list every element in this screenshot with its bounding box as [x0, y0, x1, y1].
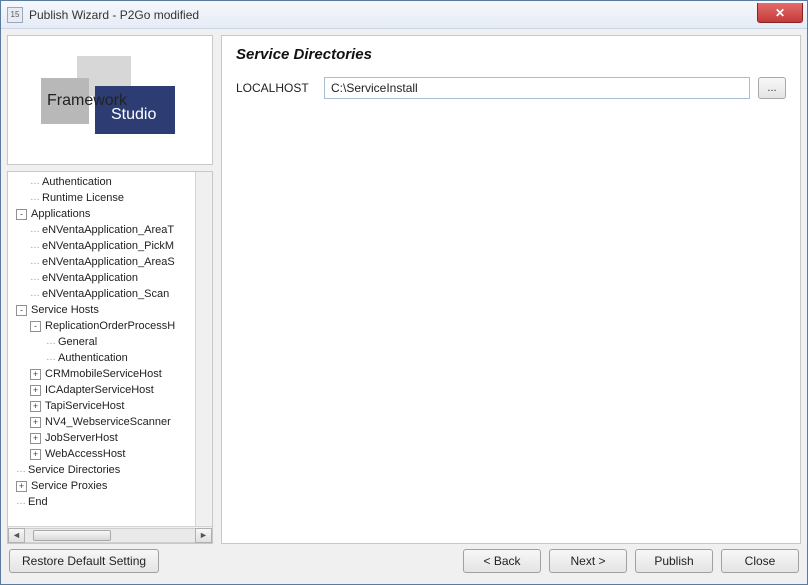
tree-scroll-area[interactable]: …Authentication…Runtime License-Applicat…	[8, 172, 212, 526]
close-window-button[interactable]: ✕	[757, 3, 803, 23]
titlebar: 15 Publish Wizard - P2Go modified ✕	[1, 1, 807, 29]
tree-item-label: Authentication	[42, 174, 112, 190]
restore-default-button[interactable]: Restore Default Setting	[9, 549, 159, 573]
vertical-scrollbar[interactable]	[195, 172, 212, 526]
left-column: Framework Studio …Authentication…Runtime…	[7, 35, 213, 544]
framework-studio-logo: Framework Studio	[35, 56, 185, 144]
tree-item-label: eNVentaApplication_AreaS	[42, 254, 175, 270]
publish-button[interactable]: Publish	[635, 549, 713, 573]
scroll-track[interactable]	[25, 528, 195, 543]
expand-icon[interactable]: +	[30, 385, 41, 396]
scroll-right-arrow[interactable]: ►	[195, 528, 212, 543]
back-button[interactable]: < Back	[463, 549, 541, 573]
tree-item[interactable]: …End	[12, 494, 212, 510]
tree-item[interactable]: …eNVentaApplication	[12, 270, 212, 286]
tree-item[interactable]: …eNVentaApplication_AreaS	[12, 254, 212, 270]
tree-item-label: Service Directories	[28, 462, 120, 478]
scroll-thumb[interactable]	[33, 530, 111, 541]
tree-connector-icon: …	[16, 462, 25, 478]
expand-icon[interactable]: +	[30, 401, 41, 412]
tree-item[interactable]: + JobServerHost	[12, 430, 212, 446]
expand-icon[interactable]: +	[30, 433, 41, 444]
tree-connector-icon: …	[30, 270, 39, 286]
tree-connector-icon: …	[30, 238, 39, 254]
tree-item-label: NV4_WebserviceScanner	[45, 414, 171, 430]
tree-item[interactable]: …Authentication	[12, 174, 212, 190]
collapse-icon[interactable]: -	[30, 321, 41, 332]
tree-connector-icon: …	[30, 222, 39, 238]
close-button[interactable]: Close	[721, 549, 799, 573]
tree-item-label: eNVentaApplication	[42, 270, 138, 286]
window-title: Publish Wizard - P2Go modified	[29, 8, 199, 22]
main-row: Framework Studio …Authentication…Runtime…	[7, 35, 801, 544]
next-button[interactable]: Next >	[549, 549, 627, 573]
localhost-label: LOCALHOST	[236, 81, 316, 95]
expand-icon[interactable]: +	[30, 449, 41, 460]
tree-item[interactable]: + CRMmobileServiceHost	[12, 366, 212, 382]
tree-item[interactable]: …General	[12, 334, 212, 350]
expand-icon[interactable]: +	[30, 417, 41, 428]
tree-item[interactable]: -Applications	[12, 206, 212, 222]
app-icon: 15	[7, 7, 23, 23]
tree-connector-icon: …	[46, 350, 55, 366]
tree-item[interactable]: + ICAdapterServiceHost	[12, 382, 212, 398]
tree-item-label: ReplicationOrderProcessH	[45, 318, 175, 334]
tree-item-label: eNVentaApplication_AreaT	[42, 222, 174, 238]
content-panel: Service Directories LOCALHOST ...	[221, 35, 801, 544]
tree-item-label: Service Proxies	[31, 478, 107, 494]
tree-connector-icon: …	[30, 190, 39, 206]
tree-item-label: TapiServiceHost	[45, 398, 124, 414]
tree-item[interactable]: + TapiServiceHost	[12, 398, 212, 414]
tree-item[interactable]: …Authentication	[12, 350, 212, 366]
tree-connector-icon: …	[30, 254, 39, 270]
tree-item-label: End	[28, 494, 48, 510]
tree-item[interactable]: + Service Proxies	[12, 478, 212, 494]
localhost-path-input[interactable]	[324, 77, 750, 99]
logo-box: Framework Studio	[7, 35, 213, 165]
tree-item-label: ICAdapterServiceHost	[45, 382, 154, 398]
tree-connector-icon: …	[30, 174, 39, 190]
browse-button[interactable]: ...	[758, 77, 786, 99]
tree-item[interactable]: …eNVentaApplication_PickM	[12, 238, 212, 254]
publish-wizard-window: 15 Publish Wizard - P2Go modified ✕ Fram…	[0, 0, 808, 585]
tree-item[interactable]: + WebAccessHost	[12, 446, 212, 462]
button-row: Restore Default Setting < Back Next > Pu…	[7, 544, 801, 578]
tree-connector-icon: …	[16, 494, 25, 510]
expand-icon[interactable]: +	[30, 369, 41, 380]
tree-item[interactable]: …Runtime License	[12, 190, 212, 206]
tree-item[interactable]: …eNVentaApplication_Scan	[12, 286, 212, 302]
tree-item-label: WebAccessHost	[45, 446, 126, 462]
tree-item-label: CRMmobileServiceHost	[45, 366, 162, 382]
tree-item[interactable]: …Service Directories	[12, 462, 212, 478]
tree-item[interactable]: -ReplicationOrderProcessH	[12, 318, 212, 334]
close-icon: ✕	[775, 6, 785, 20]
tree-item-label: General	[58, 334, 97, 350]
logo-text-2: Studio	[111, 106, 156, 124]
tree-item-label: Applications	[31, 206, 90, 222]
horizontal-scrollbar[interactable]: ◄ ►	[8, 526, 212, 543]
expand-icon[interactable]: +	[16, 481, 27, 492]
tree-item-label: Runtime License	[42, 190, 124, 206]
tree-item-label: Authentication	[58, 350, 128, 366]
tree-item[interactable]: …eNVentaApplication_AreaT	[12, 222, 212, 238]
navigation-tree: …Authentication…Runtime License-Applicat…	[7, 171, 213, 544]
tree-item-label: eNVentaApplication_Scan	[42, 286, 169, 302]
scroll-left-arrow[interactable]: ◄	[8, 528, 25, 543]
tree-connector-icon: …	[30, 286, 39, 302]
tree-item-label: JobServerHost	[45, 430, 118, 446]
client-area: Framework Studio …Authentication…Runtime…	[1, 29, 807, 584]
collapse-icon[interactable]: -	[16, 305, 27, 316]
tree-item[interactable]: -Service Hosts	[12, 302, 212, 318]
collapse-icon[interactable]: -	[16, 209, 27, 220]
tree-item-label: Service Hosts	[31, 302, 99, 318]
section-heading: Service Directories	[236, 46, 786, 63]
tree-item[interactable]: + NV4_WebserviceScanner	[12, 414, 212, 430]
localhost-row: LOCALHOST ...	[236, 77, 786, 99]
tree-connector-icon: …	[46, 334, 55, 350]
tree-item-label: eNVentaApplication_PickM	[42, 238, 174, 254]
